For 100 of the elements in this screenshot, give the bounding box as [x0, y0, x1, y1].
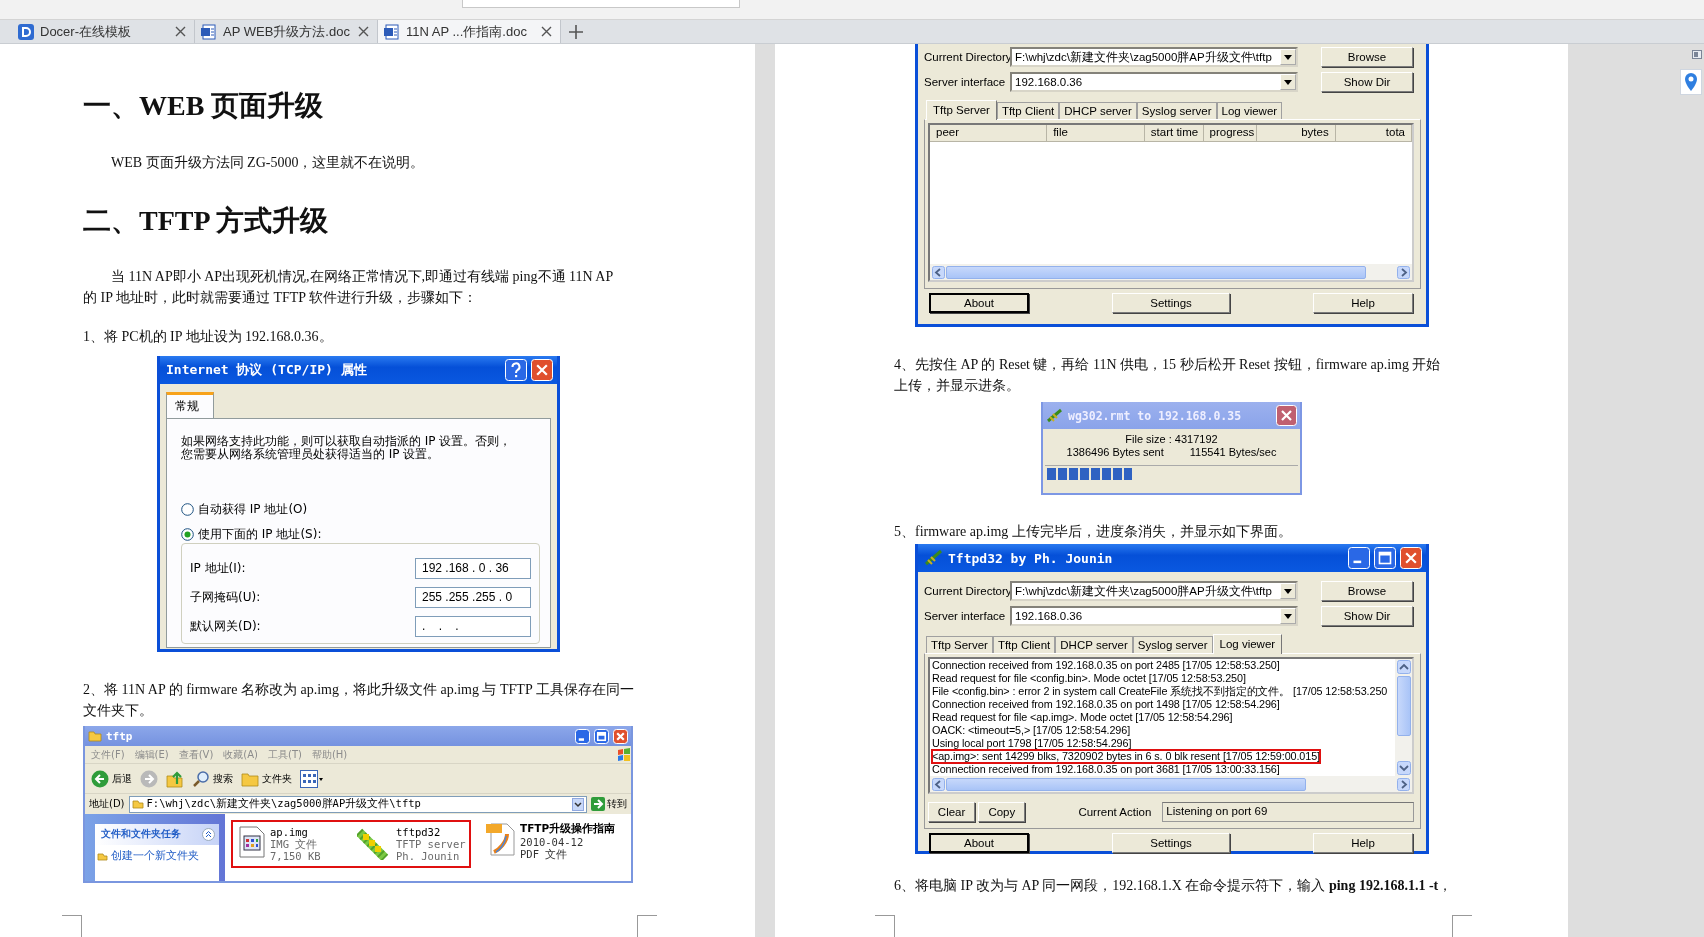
folder-icon	[88, 729, 102, 743]
column-header[interactable]: peer	[930, 125, 1048, 142]
location-button[interactable]	[1680, 69, 1702, 95]
ip-address-field[interactable]: . . .	[415, 616, 531, 637]
button[interactable]: Browse	[1321, 47, 1413, 67]
tab[interactable]: Tftp Client	[992, 636, 1056, 653]
address-field[interactable]: F:\whj\zdc\新建文件夹\zag5000胖AP升级文件\tftp	[128, 795, 587, 813]
paragraph: 6、将电脑 IP 改为与 AP 同一网段，192.168.1.X 在命令提示符下，输入 ping 192.168.1.1 -t，	[894, 877, 1453, 895]
log-line: File <config.bin> : error 2 in system call CreateFile 系统找不到指定的文件。 [17/05 12:58:53.250	[932, 685, 1388, 698]
flag-icon	[617, 747, 631, 762]
toolbar-button[interactable]: 后退	[91, 769, 132, 788]
tab[interactable]: Syslog server	[1132, 636, 1213, 653]
column-header[interactable]: file	[1047, 125, 1145, 142]
file-item[interactable]: ap.img IMG 文件 7,150 KB	[239, 826, 343, 862]
field-label: IP 地址(I):	[190, 560, 246, 577]
button[interactable]: Clear	[928, 802, 976, 822]
dropdown-field[interactable]: 192.168.0.36	[1010, 72, 1298, 92]
dropdown-arrow-icon	[1284, 613, 1292, 619]
field-label: Server interface	[924, 76, 1007, 88]
crop-mark	[875, 915, 895, 937]
radio-label[interactable]: 使用下面的 IP 地址(S):	[198, 526, 322, 543]
go-button[interactable]: 转到	[591, 797, 627, 811]
close-icon[interactable]	[175, 26, 186, 37]
scroll-left-icon[interactable]	[932, 777, 945, 791]
collapse-icon[interactable]	[202, 828, 215, 841]
close-icon[interactable]	[358, 26, 369, 37]
tftp-app-icon	[357, 826, 391, 860]
task-link[interactable]: 创建一个新文件夹	[95, 845, 219, 867]
paragraph: 4、先按住 AP 的 Reset 键，再给 11N 供电，15 秒后松开 Reset 按钮，firmware ap.img 开始 上传，并显示进条。	[894, 356, 1441, 395]
vertical-scrollbar[interactable]	[1395, 659, 1412, 776]
tab[interactable]: DHCP server	[1055, 636, 1133, 653]
radio-button[interactable]	[181, 528, 194, 541]
column-header[interactable]: bytes	[1257, 125, 1336, 142]
tab[interactable]: DHCP server	[1059, 102, 1137, 119]
heading: 二、TFTP 方式升级	[83, 205, 328, 237]
search-icon[interactable]	[192, 769, 210, 788]
tab[interactable]: Tftp Server	[926, 636, 993, 653]
file-item[interactable]: TFTP升级操作指南 2010-04-12 PDF 文件	[485, 822, 625, 860]
button[interactable]: About	[929, 833, 1029, 853]
ip-address-field[interactable]: 192 .168 . 0 . 36	[415, 558, 531, 579]
column-header[interactable]: progress	[1203, 125, 1258, 142]
button[interactable]: Help	[1313, 833, 1413, 853]
radio-button[interactable]	[181, 503, 194, 516]
button[interactable]: Show Dir	[1321, 72, 1413, 92]
toolbar-button[interactable]: 搜索	[192, 769, 233, 788]
button[interactable]: Help	[1313, 293, 1413, 313]
maximize-icon[interactable]	[594, 728, 609, 744]
button[interactable]: Settings	[1112, 833, 1230, 853]
scrollbar[interactable]	[930, 776, 1412, 792]
field-label: 子网掩码(U):	[190, 589, 261, 606]
file-size-text: File size : 4317192	[1124, 433, 1219, 445]
button[interactable]: Copy	[978, 802, 1026, 822]
scroll-down-icon[interactable]	[1396, 761, 1411, 775]
file-detail: 7,150 KB	[270, 850, 321, 862]
toolbar-button[interactable]: 文件夹	[241, 769, 292, 788]
column-header[interactable]: start time	[1144, 125, 1204, 142]
tab[interactable]: Log viewer	[1216, 102, 1283, 119]
tab[interactable]: 常规	[166, 392, 214, 418]
button[interactable]: About	[929, 293, 1029, 313]
scroll-right-icon[interactable]	[1397, 265, 1410, 279]
scroll-left-icon[interactable]	[932, 265, 945, 279]
scroll-up-icon[interactable]	[1396, 660, 1411, 674]
paragraph: WEB 页面升级方法同 ZG-5000，这里就不在说明。	[110, 154, 425, 172]
field-label: Current Directory	[924, 51, 1010, 63]
dropdown-field[interactable]: F:\whj\zdc\新建文件夹\zag5000胖AP升级文件\tftp	[1010, 581, 1298, 601]
button[interactable]: Settings	[1112, 293, 1230, 313]
window-title: wg302.rmt to 192.168.0.35	[1068, 408, 1243, 423]
scrollbar[interactable]	[930, 264, 1412, 280]
radio-label[interactable]: 自动获得 IP 地址(O)	[198, 501, 308, 518]
file-detail: 2010-04-12	[520, 836, 585, 848]
help-icon[interactable]	[505, 359, 527, 381]
tab[interactable]: Tftp Server	[926, 100, 997, 120]
button[interactable]: Show Dir	[1321, 606, 1413, 626]
heading: 一、WEB 页面升级	[83, 90, 324, 122]
document-icon	[201, 23, 217, 40]
document-tab[interactable]: 11N AP ...作指南.doc	[378, 20, 561, 43]
button[interactable]: Browse	[1321, 581, 1413, 601]
tab[interactable]: Syslog server	[1136, 102, 1217, 119]
tab[interactable]: Tftp Client	[996, 102, 1060, 119]
close-icon[interactable]	[541, 26, 552, 37]
dropdown-field[interactable]: F:\whj\zdc\新建文件夹\zag5000胖AP升级文件\tftp	[1010, 47, 1298, 67]
tab[interactable]: Log viewer	[1212, 634, 1283, 654]
column-header[interactable]: tota	[1335, 125, 1412, 142]
plus-icon[interactable]	[569, 24, 583, 39]
view-grid-icon[interactable]	[300, 769, 324, 788]
dropdown-field[interactable]: 192.168.0.36	[1010, 606, 1298, 626]
log-line: Read request for file <ap.img>. Mode octet [17/05 12:58:54.296]	[932, 711, 1233, 724]
panel-toggle-icon[interactable]	[1692, 50, 1702, 59]
folder-icon	[131, 798, 144, 810]
scroll-right-icon[interactable]	[1397, 777, 1410, 791]
minimize-icon[interactable]	[1348, 547, 1370, 569]
up-folder-icon[interactable]	[166, 769, 184, 788]
maximize-icon[interactable]	[1374, 547, 1396, 569]
crop-mark	[1452, 915, 1472, 937]
location-pin-icon	[1684, 73, 1698, 91]
file-detail: Ph. Jounin	[396, 850, 461, 862]
minimize-icon[interactable]	[575, 728, 590, 744]
input-field[interactable]	[462, 0, 740, 8]
ip-address-field[interactable]: 255 .255 .255 . 0	[415, 587, 531, 608]
log-line: Read request for file <config.bin>. Mode octet [17/05 12:58:53.250]	[932, 672, 1246, 685]
